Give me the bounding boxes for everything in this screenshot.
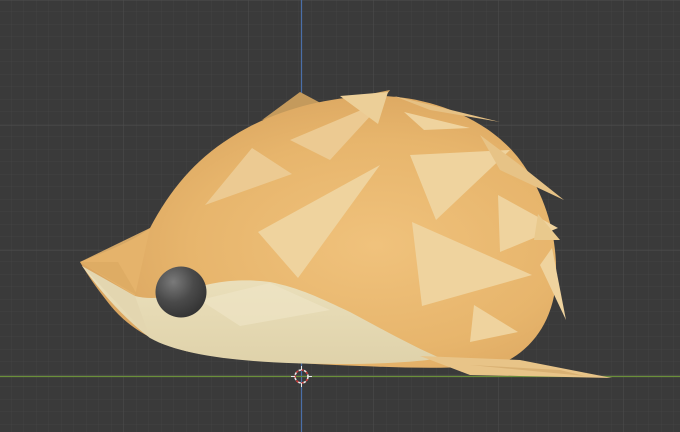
3d-viewport[interactable] (0, 0, 680, 432)
eye-icon (155, 266, 207, 318)
viewport-canvas[interactable] (0, 0, 680, 432)
